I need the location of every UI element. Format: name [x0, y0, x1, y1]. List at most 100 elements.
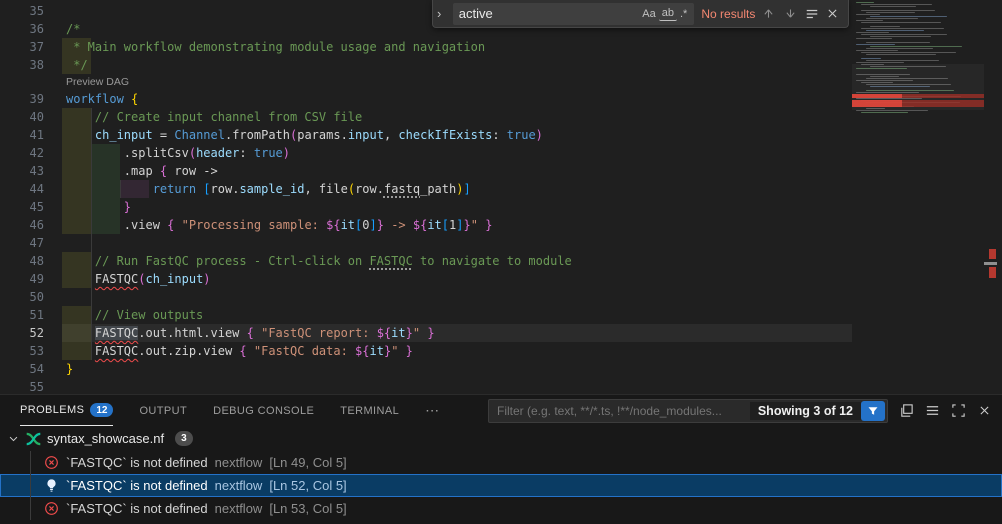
- code-line[interactable]: 39 workflow {: [0, 90, 852, 108]
- problem-row[interactable]: `FASTQC` is not definednextflow[Ln 49, C…: [0, 451, 1002, 474]
- match-case-icon[interactable]: Aa: [639, 7, 658, 21]
- close-find-icon[interactable]: [826, 7, 842, 20]
- line-number: 45: [0, 198, 44, 216]
- code-line-content[interactable]: FASTQC.out.html.view { "FastQC report: $…: [62, 324, 852, 342]
- code-line[interactable]: 42 .splitCsv(header: true): [0, 144, 852, 162]
- code-line[interactable]: 54}: [0, 360, 852, 378]
- code-line-content[interactable]: [62, 288, 852, 306]
- regex-icon[interactable]: .*: [677, 7, 690, 21]
- code-line[interactable]: 50: [0, 288, 852, 306]
- view-as-table-icon[interactable]: [924, 403, 940, 419]
- code-lines[interactable]: 3536/*37 * Main workflow demonstrating m…: [0, 2, 852, 394]
- code-line-content[interactable]: [62, 378, 852, 394]
- chevron-down-icon: [8, 433, 20, 444]
- code-line-content[interactable]: // Create input channel from CSV file: [62, 108, 852, 126]
- code-line[interactable]: 52 FASTQC.out.html.view { "FastQC report…: [0, 324, 852, 342]
- code-lens[interactable]: Preview DAG: [0, 74, 852, 90]
- find-widget: › Aa ab .* No results: [432, 0, 849, 28]
- problems-file-row[interactable]: syntax_showcase.nf 3: [0, 426, 1002, 451]
- panel-tab-output[interactable]: OUTPUT: [139, 396, 187, 426]
- line-number: 42: [0, 144, 44, 162]
- code-editor[interactable]: 3536/*37 * Main workflow demonstrating m…: [0, 0, 1002, 394]
- code-line-content[interactable]: workflow {: [62, 90, 852, 108]
- problem-row[interactable]: `FASTQC` is not definednextflow[Ln 53, C…: [0, 497, 1002, 520]
- find-input[interactable]: [459, 6, 640, 21]
- problem-location: [Ln 49, Col 5]: [269, 455, 346, 470]
- line-number: [0, 74, 44, 90]
- code-line-content[interactable]: return [row.sample_id, file(row.fastq_pa…: [62, 180, 852, 198]
- code-line[interactable]: 43 .map { row ->: [0, 162, 852, 180]
- overview-ruler[interactable]: [984, 0, 1002, 394]
- code-line[interactable]: 41 ch_input = Channel.fromPath(params.in…: [0, 126, 852, 144]
- whole-word-icon[interactable]: ab: [659, 6, 677, 21]
- code-line-content[interactable]: FASTQC.out.zip.view { "FastQC data: ${it…: [62, 342, 852, 360]
- problem-message: `FASTQC` is not defined: [66, 455, 208, 470]
- problems-filter-box[interactable]: Showing 3 of 12: [488, 399, 888, 423]
- code-text: .view { "Processing sample: ${it[0]} -> …: [66, 218, 492, 232]
- code-line-content[interactable]: .splitCsv(header: true): [62, 144, 852, 162]
- tree-indent-guide: [30, 451, 31, 520]
- find-results-status: No results: [701, 7, 755, 21]
- code-line-content[interactable]: ch_input = Channel.fromPath(params.input…: [62, 126, 852, 144]
- line-number: 54: [0, 360, 44, 378]
- code-text: ch_input = Channel.fromPath(params.input…: [66, 128, 543, 142]
- code-text: workflow {: [66, 92, 138, 106]
- panel-tab-terminal[interactable]: TERMINAL: [340, 396, 399, 426]
- maximize-panel-icon[interactable]: [950, 403, 966, 419]
- line-number: 38: [0, 56, 44, 74]
- code-text: // View outputs: [66, 308, 203, 322]
- code-line[interactable]: 53 FASTQC.out.zip.view { "FastQC data: $…: [0, 342, 852, 360]
- more-views-icon[interactable]: ⋯: [425, 402, 441, 419]
- code-line[interactable]: 55: [0, 378, 852, 394]
- panel-tab-problems[interactable]: PROBLEMS12: [20, 396, 113, 426]
- code-line-content[interactable]: // Run FastQC process - Ctrl-click on FA…: [62, 252, 852, 270]
- code-line[interactable]: 37 * Main workflow demonstrating module …: [0, 38, 852, 56]
- code-line-content[interactable]: [62, 234, 852, 252]
- nextflow-file-icon: [25, 432, 42, 446]
- problems-count-badge: 12: [90, 403, 113, 417]
- code-line[interactable]: 45 }: [0, 198, 852, 216]
- find-next-icon[interactable]: [784, 7, 800, 20]
- indent-guide: [91, 234, 92, 252]
- indent-guide: [91, 288, 92, 306]
- code-line[interactable]: 44 return [row.sample_id, file(row.fastq…: [0, 180, 852, 198]
- find-previous-icon[interactable]: [762, 7, 778, 20]
- code-lens-link[interactable]: Preview DAG: [62, 74, 129, 90]
- code-line-content[interactable]: .map { row ->: [62, 162, 852, 180]
- code-line[interactable]: 49 FASTQC(ch_input): [0, 270, 852, 288]
- code-line[interactable]: 40 // Create input channel from CSV file: [0, 108, 852, 126]
- collapse-all-icon[interactable]: [898, 403, 914, 419]
- minimap-slider[interactable]: [852, 64, 984, 110]
- toggle-replace-icon[interactable]: ›: [437, 6, 448, 21]
- panel-tab-debug-console[interactable]: DEBUG CONSOLE: [213, 396, 314, 426]
- code-line-content[interactable]: */: [62, 56, 852, 74]
- code-line[interactable]: 51 // View outputs: [0, 306, 852, 324]
- filter-funnel-icon[interactable]: [861, 401, 885, 421]
- code-line[interactable]: 48 // Run FastQC process - Ctrl-click on…: [0, 252, 852, 270]
- file-problem-count-badge: 3: [175, 431, 193, 446]
- code-line-content[interactable]: * Main workflow demonstrating module usa…: [62, 38, 852, 56]
- code-line[interactable]: 38 */: [0, 56, 852, 74]
- line-number: 44: [0, 180, 44, 198]
- code-line-content[interactable]: }: [62, 198, 852, 216]
- code-line-content[interactable]: .view { "Processing sample: ${it[0]} -> …: [62, 216, 852, 234]
- code-text: return [row.sample_id, file(row.fastq_pa…: [66, 182, 471, 196]
- minimap[interactable]: [852, 0, 984, 394]
- line-number: 39: [0, 90, 44, 108]
- problem-source: nextflow: [215, 501, 263, 516]
- error-mark: [989, 267, 996, 278]
- code-line-content[interactable]: FASTQC(ch_input): [62, 270, 852, 288]
- code-text: .map { row ->: [66, 164, 218, 178]
- problems-filter-input[interactable]: [497, 404, 750, 418]
- code-text: * Main workflow demonstrating module usa…: [66, 40, 485, 54]
- code-line-content[interactable]: // View outputs: [62, 306, 852, 324]
- code-line[interactable]: 46 .view { "Processing sample: ${it[0]} …: [0, 216, 852, 234]
- code-text: .splitCsv(header: true): [66, 146, 290, 160]
- line-number: 49: [0, 270, 44, 288]
- close-panel-icon[interactable]: [976, 403, 992, 419]
- code-line-content[interactable]: }: [62, 360, 852, 378]
- problem-row[interactable]: `FASTQC` is not definednextflow[Ln 52, C…: [0, 474, 1002, 497]
- code-line[interactable]: 47: [0, 234, 852, 252]
- find-in-selection-icon[interactable]: [805, 7, 821, 21]
- find-input-box[interactable]: Aa ab .*: [453, 3, 695, 25]
